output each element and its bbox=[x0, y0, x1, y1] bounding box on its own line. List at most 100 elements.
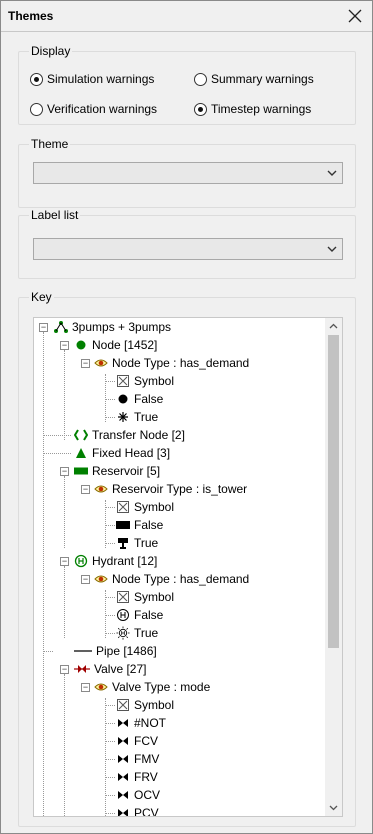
theme-select[interactable] bbox=[33, 162, 343, 184]
network-icon bbox=[54, 320, 68, 334]
tree-item-label: Valve [27] bbox=[94, 662, 147, 676]
tree-expander[interactable]: − bbox=[81, 683, 90, 692]
valve-black-icon bbox=[116, 752, 130, 766]
tree-item[interactable]: PCV bbox=[116, 804, 159, 817]
tree-expander[interactable]: − bbox=[39, 323, 48, 332]
theme-eye-icon bbox=[94, 680, 108, 694]
tower-icon bbox=[116, 536, 130, 550]
symbol-icon bbox=[116, 500, 130, 514]
hydrant-outline-icon bbox=[116, 608, 130, 622]
scrollbar-thumb[interactable] bbox=[328, 335, 339, 648]
tree-item[interactable]: Reservoir [5] bbox=[74, 462, 160, 480]
tree-item-label: False bbox=[134, 608, 164, 622]
node-icon bbox=[74, 338, 88, 352]
symbol-icon bbox=[116, 590, 130, 604]
tree-item-label: True bbox=[134, 626, 159, 640]
tree-item[interactable]: Hydrant [12] bbox=[74, 552, 157, 570]
themes-window: Themes Display Simulation warnings Summa… bbox=[0, 0, 373, 834]
tree-item[interactable]: Symbol bbox=[116, 588, 174, 606]
tree-item[interactable]: True bbox=[116, 408, 158, 426]
timestep-warnings-radio[interactable]: Timestep warnings bbox=[194, 102, 311, 116]
tree-item[interactable]: False bbox=[116, 606, 163, 624]
tree-item-label: FMV bbox=[134, 752, 160, 766]
symbol-icon bbox=[116, 698, 130, 712]
radio-indicator bbox=[194, 72, 207, 86]
theme-eye-icon bbox=[94, 356, 108, 370]
radio-indicator bbox=[30, 102, 43, 116]
transfer-node-icon bbox=[74, 428, 88, 442]
tree-item-label: Symbol bbox=[134, 590, 175, 604]
display-group: Display Simulation warnings Summary warn… bbox=[18, 44, 356, 125]
tree-item[interactable]: Valve [27] bbox=[74, 660, 146, 678]
tree-expander[interactable]: − bbox=[60, 557, 69, 566]
close-button[interactable] bbox=[344, 5, 366, 27]
radio-indicator bbox=[30, 72, 43, 86]
title-bar: Themes bbox=[1, 1, 372, 32]
tree-item[interactable]: Symbol bbox=[116, 372, 174, 390]
fixed-head-icon bbox=[74, 446, 88, 460]
tree-item[interactable]: FMV bbox=[116, 750, 159, 768]
tree-item[interactable]: Symbol bbox=[116, 696, 174, 714]
tree-item[interactable]: True bbox=[116, 534, 158, 552]
tree-scrollbar[interactable] bbox=[325, 318, 342, 816]
tree-item-label: Node Type : has_demand bbox=[112, 356, 250, 370]
tree-expander[interactable]: − bbox=[81, 575, 90, 584]
asterisk-icon bbox=[116, 410, 130, 424]
tree-expander[interactable]: − bbox=[60, 341, 69, 350]
tree-item[interactable]: FRV bbox=[116, 768, 158, 786]
tree-item-label: PCV bbox=[134, 806, 159, 817]
tree-item[interactable]: #NOT bbox=[116, 714, 166, 732]
radio-label: Simulation warnings bbox=[47, 72, 155, 86]
tree-item-label: Pipe [1486] bbox=[96, 644, 157, 658]
close-icon bbox=[348, 9, 362, 23]
valve-black-icon bbox=[116, 806, 130, 816]
tree-item[interactable]: Valve Type : mode bbox=[94, 678, 210, 696]
tree-item[interactable]: FCV bbox=[116, 732, 158, 750]
tree-item[interactable]: Fixed Head [3] bbox=[74, 444, 170, 462]
black-dot-icon bbox=[116, 392, 130, 406]
key-tree[interactable]: − 3pumps + 3pumps − Node [1452] − Node T… bbox=[33, 317, 343, 817]
theme-group-label: Theme bbox=[29, 137, 71, 151]
hydrant-icon bbox=[74, 554, 88, 568]
tree-item[interactable]: Symbol bbox=[116, 498, 174, 516]
tree-expander[interactable]: − bbox=[60, 665, 69, 674]
tree-item[interactable]: False bbox=[116, 516, 163, 534]
tree-item-label: Valve Type : mode bbox=[112, 680, 211, 694]
hydrant-burst-icon bbox=[116, 626, 130, 640]
display-group-label: Display bbox=[29, 44, 73, 58]
scroll-down-icon[interactable] bbox=[329, 805, 338, 811]
tree-item[interactable]: Node Type : has_demand bbox=[94, 354, 249, 372]
tree-expander[interactable]: − bbox=[81, 359, 90, 368]
tree-item-label: Node [1452] bbox=[92, 338, 158, 352]
tree-item-label: Symbol bbox=[134, 698, 175, 712]
tree-expander[interactable]: − bbox=[60, 467, 69, 476]
theme-eye-icon bbox=[94, 482, 108, 496]
tree-item[interactable]: True bbox=[116, 624, 158, 642]
tree-item-label: Reservoir [5] bbox=[92, 464, 161, 478]
scroll-up-icon[interactable] bbox=[329, 323, 338, 329]
verification-warnings-radio[interactable]: Verification warnings bbox=[30, 102, 157, 116]
tree-item[interactable]: 3pumps + 3pumps bbox=[54, 318, 171, 336]
tree-item[interactable]: OCV bbox=[116, 786, 160, 804]
tree-item[interactable]: Transfer Node [2] bbox=[74, 426, 185, 444]
tree-item[interactable]: False bbox=[116, 390, 163, 408]
label-list-select[interactable] bbox=[33, 238, 343, 260]
tree-item-label: 3pumps + 3pumps bbox=[72, 320, 172, 334]
simulation-warnings-radio[interactable]: Simulation warnings bbox=[30, 72, 154, 86]
radio-label: Verification warnings bbox=[47, 102, 158, 116]
tree-item[interactable]: Node Type : has_demand bbox=[94, 570, 249, 588]
theme-group: Theme bbox=[18, 137, 356, 208]
valve-black-icon bbox=[116, 734, 130, 748]
summary-warnings-radio[interactable]: Summary warnings bbox=[194, 72, 314, 86]
tree-expander[interactable]: − bbox=[81, 485, 90, 494]
chevron-down-icon bbox=[327, 246, 337, 252]
tree-item[interactable]: Pipe [1486] bbox=[74, 642, 157, 660]
tree-item[interactable]: Reservoir Type : is_tower bbox=[94, 480, 247, 498]
tree-item-label: False bbox=[134, 392, 164, 406]
tree-item-label: True bbox=[134, 410, 159, 424]
tree-item-label: Node Type : has_demand bbox=[112, 572, 250, 586]
theme-eye-icon bbox=[94, 572, 108, 586]
tree-item-label: Symbol bbox=[134, 374, 175, 388]
chevron-down-icon bbox=[327, 170, 337, 176]
tree-item[interactable]: Node [1452] bbox=[74, 336, 157, 354]
